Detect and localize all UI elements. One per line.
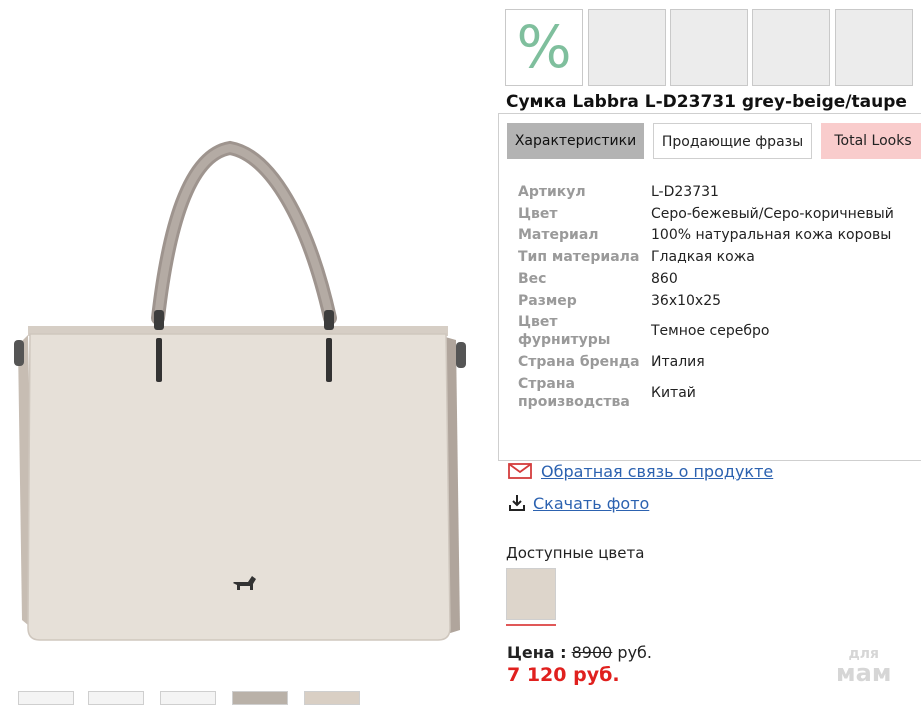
- bottom-thumbnail[interactable]: [18, 691, 74, 705]
- old-price-currency: руб.: [617, 643, 652, 662]
- tab-total-looks[interactable]: Total Looks: [821, 123, 921, 159]
- price-label: Цена :: [507, 643, 567, 662]
- download-icon[interactable]: [508, 494, 526, 516]
- product-thumbnail[interactable]: [835, 9, 913, 86]
- spec-value: Италия: [651, 354, 705, 370]
- spec-label: Тип материала: [518, 249, 640, 265]
- spec-value: 860: [651, 271, 678, 287]
- bottom-thumbnail[interactable]: [88, 691, 144, 705]
- product-thumbnail[interactable]: [752, 9, 830, 86]
- bottom-thumbnail[interactable]: [304, 691, 360, 705]
- spec-value: Темное серебро: [651, 323, 770, 339]
- spec-value: Серо-бежевый/Серо-коричневый: [651, 206, 894, 222]
- spec-label: Страна производства: [518, 376, 630, 410]
- color-swatch[interactable]: [506, 568, 556, 620]
- watermark-line2: мам: [836, 659, 892, 687]
- spec-value: 36x10x25: [651, 293, 722, 309]
- spec-label: Цвет: [518, 206, 558, 222]
- bottom-thumbnail[interactable]: [232, 691, 288, 705]
- old-price: 8900: [571, 643, 613, 662]
- download-photo-link[interactable]: Скачать фото: [533, 494, 649, 513]
- product-main-image[interactable]: [8, 100, 488, 660]
- new-price: 7 120 руб.: [507, 664, 620, 686]
- tab-characteristics[interactable]: Характеристики: [507, 123, 644, 159]
- spec-label: Артикул: [518, 184, 586, 200]
- spec-label: Страна бренда: [518, 354, 640, 370]
- mail-icon[interactable]: [508, 463, 532, 483]
- discount-thumbnail[interactable]: %: [505, 9, 583, 86]
- spec-label: Материал: [518, 227, 599, 243]
- product-thumbnail[interactable]: [670, 9, 748, 86]
- bottom-thumbnail[interactable]: [160, 691, 216, 705]
- spec-value: 100% натуральная кожа коровы: [651, 227, 892, 243]
- spec-label: Вес: [518, 271, 547, 287]
- spec-value: L-D23731: [651, 184, 719, 200]
- spec-value: Китай: [651, 385, 696, 401]
- selected-swatch-indicator: [506, 624, 556, 626]
- price-row: Цена : 8900 руб.: [507, 643, 652, 662]
- spec-label: Размер: [518, 293, 577, 309]
- product-title: Сумка Labbra L-D23731 grey-beige/taupe: [506, 92, 907, 112]
- available-colors-heading: Доступные цвета: [506, 544, 645, 562]
- product-thumbnail[interactable]: [588, 9, 666, 86]
- percent-icon: %: [516, 13, 572, 81]
- watermark-logo: для мам: [836, 646, 892, 687]
- spec-value: Гладкая кожа: [651, 249, 755, 265]
- bag-illustration: [14, 140, 466, 641]
- feedback-link[interactable]: Обратная связь о продукте: [541, 462, 773, 481]
- tab-selling-phrases[interactable]: Продающие фразы: [653, 123, 812, 159]
- spec-label: Цвет фурнитуры: [518, 314, 611, 348]
